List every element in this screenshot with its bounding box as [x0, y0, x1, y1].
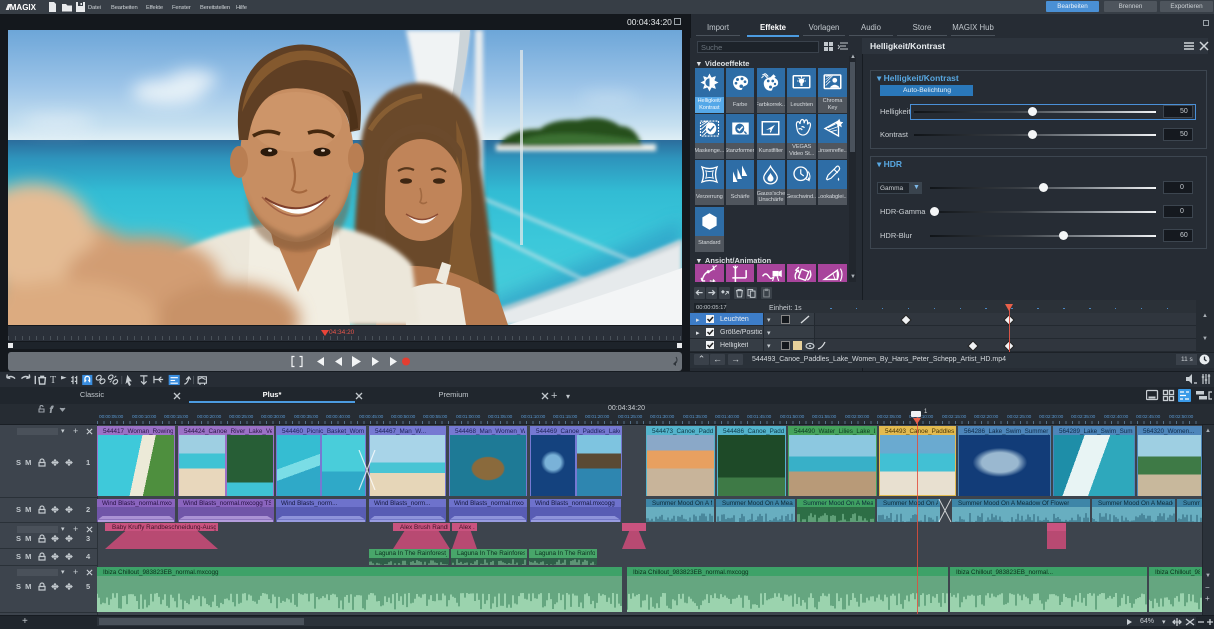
svg-text:T: T: [50, 375, 56, 386]
svg-text:f: f: [50, 405, 54, 413]
